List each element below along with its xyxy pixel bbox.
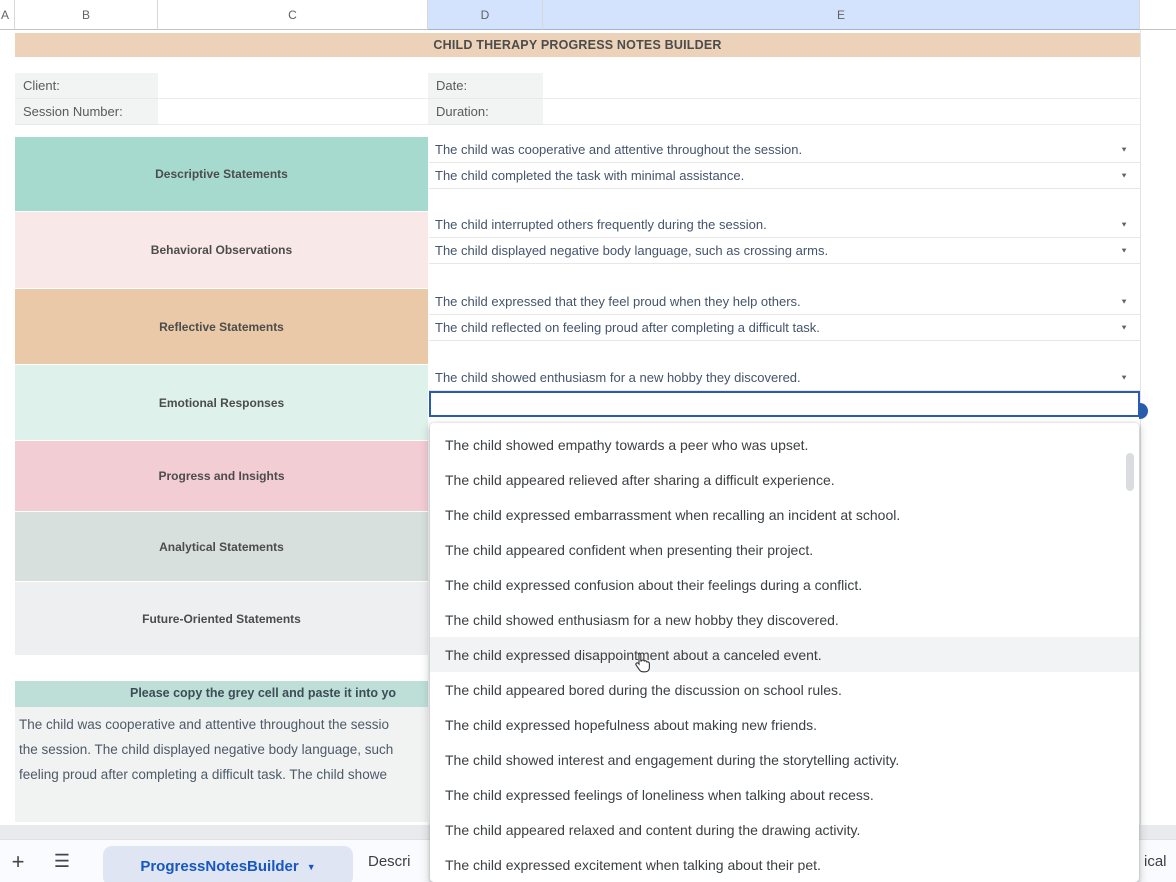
dropdown-arrow-icon[interactable]: ▼	[1120, 374, 1128, 382]
category-progress-and-insights[interactable]: Progress and Insights	[15, 441, 428, 511]
dropdown-arrow-icon[interactable]: ▼	[1120, 298, 1128, 306]
hand-pointer-cursor-icon	[635, 652, 650, 673]
date-label-cell[interactable]: Date:	[428, 73, 543, 99]
dropdown-option[interactable]: The child expressed hopefulness about ma…	[430, 707, 1139, 742]
dropdown-arrow-icon[interactable]: ▼	[1120, 146, 1128, 154]
category-behavioral-observations[interactable]: Behavioral Observations	[15, 212, 428, 288]
gridline	[1140, 30, 1141, 825]
tab-analytical-fragment[interactable]: ical	[1144, 840, 1167, 882]
category-reflective-statements[interactable]: Reflective Statements	[15, 289, 428, 364]
combined-notes-cell[interactable]: The child was cooperative and attentive …	[15, 707, 428, 822]
statement-cell[interactable]: The child showed enthusiasm for a new ho…	[429, 365, 1140, 391]
client-value-cell[interactable]	[158, 73, 428, 99]
dropdown-arrow-icon[interactable]: ▼	[1120, 172, 1128, 180]
column-header-a[interactable]: A	[0, 0, 15, 30]
column-header-f[interactable]	[1140, 0, 1176, 30]
category-analytical-statements[interactable]: Analytical Statements	[15, 512, 428, 581]
category-emotional-responses[interactable]: Emotional Responses	[15, 365, 428, 440]
copy-instruction-text: Please copy the grey cell and paste it i…	[130, 686, 397, 700]
dropdown-option[interactable]: The child showed empathy towards a peer …	[430, 427, 1139, 462]
all-sheets-menu-icon[interactable]: ☰	[44, 840, 80, 882]
copy-instruction-cell[interactable]: Please copy the grey cell and paste it i…	[15, 681, 428, 707]
sheet-title-cell[interactable]: CHILD THERAPY PROGRESS NOTES BUILDER	[15, 33, 1140, 57]
duration-label-cell[interactable]: Duration:	[428, 99, 543, 125]
dropdown-option[interactable]: The child appeared relieved after sharin…	[430, 462, 1139, 497]
statement-cell[interactable]: The child expressed that they feel proud…	[429, 289, 1140, 315]
client-label-cell[interactable]: Client:	[15, 73, 158, 99]
dropdown-option[interactable]: The child showed interest and engagement…	[430, 742, 1139, 777]
column-header-c[interactable]: C	[158, 0, 428, 30]
notes-line: feeling proud after completing a difficu…	[19, 767, 387, 782]
add-sheet-icon[interactable]: +	[0, 840, 36, 882]
dropdown-option[interactable]: The child showed enthusiasm for a new ho…	[430, 602, 1139, 637]
dropdown-option[interactable]: The child expressed confusion about thei…	[430, 567, 1139, 602]
tab-descriptive[interactable]: Descri	[368, 840, 428, 882]
dropdown-arrow-icon[interactable]: ▼	[1120, 247, 1128, 255]
dropdown-option[interactable]: The child appeared relaxed and content d…	[430, 812, 1139, 847]
dropdown-option[interactable]: The child expressed feelings of loneline…	[430, 777, 1139, 812]
statement-cell[interactable]: The child displayed negative body langua…	[429, 238, 1140, 264]
dropdown-arrow-icon[interactable]: ▼	[1120, 324, 1128, 332]
statement-cell[interactable]: The child was cooperative and attentive …	[429, 137, 1140, 163]
notes-line: The child was cooperative and attentive …	[19, 717, 389, 732]
dropdown-option[interactable]: The child appeared bored during the disc…	[430, 672, 1139, 707]
spreadsheet-app: A B C D E CHILD THERAPY PROGRESS NOTES B…	[0, 0, 1176, 882]
dropdown-option-hovered[interactable]: The child expressed disappointment about…	[430, 637, 1139, 672]
category-future-oriented-statements[interactable]: Future-Oriented Statements	[15, 582, 428, 655]
dropdown-arrow-icon[interactable]: ▼	[1120, 221, 1128, 229]
tab-caret-down-icon: ▼	[306, 862, 316, 872]
dropdown-option[interactable]: The child appeared confident when presen…	[430, 532, 1139, 567]
column-header-d[interactable]: D	[428, 0, 543, 30]
column-header-b[interactable]: B	[15, 0, 158, 30]
date-value-cell[interactable]	[543, 73, 1140, 99]
category-descriptive-statements[interactable]: Descriptive Statements	[15, 137, 428, 211]
dropdown-options-panel: The child showed empathy towards a peer …	[430, 423, 1139, 882]
statement-cell[interactable]: The child completed the task with minima…	[429, 163, 1140, 189]
dropdown-scrollbar-thumb[interactable]	[1126, 453, 1134, 491]
notes-line: the session. The child displayed negativ…	[19, 742, 394, 757]
active-cell-input[interactable]	[429, 391, 1140, 417]
statement-cell[interactable]: The child interrupted others frequently …	[429, 212, 1140, 238]
statement-cell[interactable]: The child reflected on feeling proud aft…	[429, 315, 1140, 341]
dropdown-option[interactable]: The child expressed embarrassment when r…	[430, 497, 1139, 532]
session-number-value-cell[interactable]	[158, 99, 428, 125]
column-header-e[interactable]: E	[543, 0, 1140, 30]
tab-progress-notes-builder[interactable]: ProgressNotesBuilder ▼	[103, 846, 353, 882]
dropdown-option[interactable]: The child expressed excitement when talk…	[430, 847, 1139, 882]
session-number-label-cell[interactable]: Session Number:	[15, 99, 158, 125]
sheet-title: CHILD THERAPY PROGRESS NOTES BUILDER	[433, 38, 722, 52]
active-cell-dropdown-handle[interactable]	[1139, 403, 1148, 419]
duration-value-cell[interactable]	[543, 99, 1140, 125]
